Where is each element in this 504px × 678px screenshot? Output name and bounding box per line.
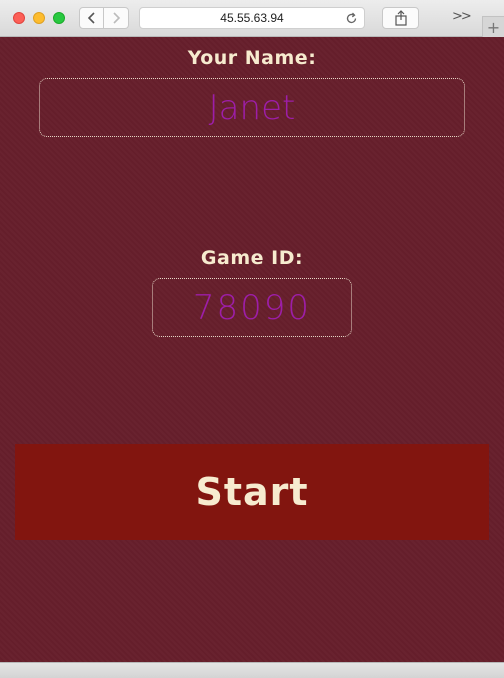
new-tab-button[interactable]: +	[482, 16, 504, 38]
game-id-label: Game ID:	[200, 247, 304, 269]
name-input[interactable]	[39, 78, 465, 137]
name-label: Your Name:	[187, 47, 317, 69]
forward-button[interactable]	[104, 7, 129, 29]
share-button[interactable]	[382, 7, 419, 29]
chevron-left-icon	[87, 12, 95, 24]
reload-icon[interactable]	[345, 12, 358, 25]
chevron-right-icon	[113, 12, 121, 24]
address-text: 45.55.63.94	[220, 11, 284, 25]
back-button[interactable]	[79, 7, 104, 29]
overflow-chevrons-icon[interactable]: >>	[452, 9, 472, 24]
share-icon	[394, 10, 407, 26]
close-window-button[interactable]	[13, 12, 25, 24]
browser-status-bar	[0, 662, 504, 678]
game-join-page: Your Name: Game ID: Start	[0, 37, 504, 662]
minimize-window-button[interactable]	[33, 12, 45, 24]
browser-toolbar: 45.55.63.94 >> +	[0, 0, 504, 38]
game-id-input[interactable]	[152, 278, 352, 337]
zoom-window-button[interactable]	[53, 12, 65, 24]
address-bar[interactable]: 45.55.63.94	[139, 7, 365, 29]
start-button[interactable]: Start	[15, 444, 489, 540]
